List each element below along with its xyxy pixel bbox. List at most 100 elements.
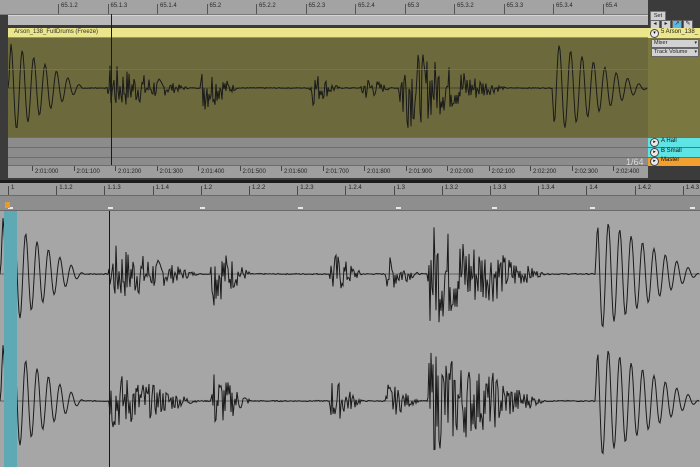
seconds-ruler-label: 2:01:900	[408, 169, 432, 175]
beat-ruler-label: 65.2	[209, 3, 222, 9]
track-fold-icon[interactable]: ▸	[650, 138, 659, 147]
waveform-channel	[0, 218, 700, 328]
seconds-ruler[interactable]: 2:01:000 2:01:100 2:01:200 2:01:300 2:01:400…	[8, 165, 648, 178]
beat-ruler-tick	[404, 4, 406, 14]
detail-ruler-label: 1.4	[589, 185, 598, 191]
return-track-row[interactable]	[8, 147, 648, 157]
seconds-ruler-tick	[322, 166, 324, 171]
detail-ruler-tick	[56, 186, 58, 195]
detail-ruler-label: 1.1.3	[107, 185, 121, 191]
detail-ruler-tick	[682, 186, 684, 195]
warp-marker[interactable]	[690, 207, 695, 209]
warp-marker[interactable]	[492, 207, 497, 209]
beat-ruler-label: 65.3.3	[506, 3, 524, 9]
audio-clip[interactable]	[8, 38, 648, 137]
sample-waveform	[0, 218, 700, 455]
master-track-label: Master	[661, 157, 680, 163]
detail-ruler-label: 1.2	[203, 185, 213, 191]
detail-ruler-label: 1.2.2	[252, 185, 266, 191]
control-chooser-value: Track Volume	[654, 49, 688, 55]
detail-ruler-tick	[634, 186, 636, 195]
beat-ruler-label: 65.1.4	[160, 3, 177, 9]
return-track-a-label: A Hall	[661, 138, 677, 144]
arrangement-scroll-strip[interactable]	[8, 15, 648, 25]
seconds-ruler-tick	[613, 166, 614, 171]
detail-ruler-label: 1.2.3	[300, 185, 314, 191]
beat-ruler-tick	[553, 4, 554, 14]
detail-ruler-label: 1.1.2	[59, 185, 73, 191]
control-chooser[interactable]: Track Volume ▾	[651, 48, 699, 57]
start-marker[interactable]	[5, 202, 10, 208]
seconds-ruler-tick	[239, 166, 241, 171]
sample-editor[interactable]	[0, 211, 700, 467]
detail-ruler-label: 1.3.4	[541, 185, 555, 191]
seconds-ruler-label: 2:01:300	[159, 169, 183, 175]
beat-time-ruler[interactable]: 65.1.2 65.1.3 65.1.4 65.2 65.2.2 65.2.3 65.2.4…	[0, 0, 648, 15]
playhead-marker[interactable]	[109, 211, 110, 467]
beat-ruler-label: 65.3.2	[457, 3, 474, 9]
seconds-ruler-tick	[571, 166, 573, 171]
beat-ruler-label: 65.1.3	[110, 3, 128, 9]
seconds-ruler-label: 2:01:600	[284, 169, 308, 175]
seconds-ruler-tick	[530, 166, 531, 171]
beat-ruler-label: 65.2.2	[259, 3, 276, 9]
beat-ruler-tick	[454, 4, 455, 14]
detail-ruler-tick	[152, 186, 154, 195]
track-fold-icon[interactable]: ▸	[650, 148, 659, 157]
seconds-ruler-tick	[73, 166, 75, 171]
detail-ruler-label: 1.3.3	[493, 185, 507, 191]
track-name: 5 Arson_138_	[661, 29, 699, 35]
beat-ruler-tick	[355, 4, 356, 14]
return-track-row[interactable]	[8, 137, 648, 147]
detail-ruler-tick	[490, 186, 491, 195]
seconds-ruler-label: 2:02:100	[491, 169, 515, 175]
chevron-down-icon: ▾	[694, 49, 697, 55]
seconds-ruler-label: 2:02:400	[616, 169, 640, 175]
detail-ruler-tick	[8, 186, 9, 195]
beat-ruler-tick	[256, 4, 257, 14]
beat-ruler-label: 65.1.2	[61, 3, 78, 9]
device-chooser[interactable]: Mixer ▾	[651, 39, 699, 48]
clip-header[interactable]	[8, 28, 648, 38]
beat-ruler-label: 65.2.3	[308, 3, 326, 9]
detail-ruler-tick	[104, 186, 106, 195]
beat-ruler-label: 65.3	[407, 3, 420, 9]
track-fold-icon[interactable]: ▾	[650, 29, 659, 38]
loop-region-start[interactable]	[4, 211, 17, 467]
detail-ruler-label: 1.4.2	[637, 185, 651, 191]
detail-ruler-tick	[586, 186, 588, 195]
clip-waveform	[8, 43, 648, 129]
warp-marker[interactable]	[396, 207, 401, 209]
beat-ruler-label: 65.4	[605, 3, 618, 9]
warp-marker[interactable]	[590, 207, 595, 209]
beat-ruler-tick	[107, 4, 109, 14]
clip-title: Arson_138_FullDrums (Freeze)	[14, 29, 99, 35]
seconds-ruler-tick	[447, 166, 448, 171]
return-track-b-label: B Small	[661, 148, 682, 154]
seconds-ruler-tick	[281, 166, 282, 171]
detail-ruler-label: 1.1.4	[155, 185, 169, 191]
warp-marker-strip[interactable]	[0, 196, 700, 211]
seconds-ruler-tick	[364, 166, 365, 171]
beat-ruler-tick	[157, 4, 158, 14]
detail-ruler-label: 1.3.2	[444, 185, 459, 191]
detail-ruler-tick	[297, 186, 299, 195]
detail-ruler-label: 1	[11, 185, 15, 191]
clip-detail-ruler[interactable]: 1 1.1.2 1.1.3 1.1.4 1.2 1.2.2 1.2.3 1.2.4 1.3 1.3…	[0, 183, 700, 196]
seconds-ruler-label: 2:01:500	[242, 169, 266, 175]
warp-marker[interactable]	[298, 207, 303, 209]
seconds-ruler-tick	[32, 166, 33, 171]
beat-ruler-label: 65.3.4	[556, 3, 573, 9]
playhead-marker[interactable]	[111, 14, 112, 165]
seconds-ruler-tick	[156, 166, 158, 171]
track-fold-icon[interactable]: ▸	[650, 157, 659, 166]
waveform-channel	[8, 43, 648, 129]
warp-marker[interactable]	[108, 207, 113, 209]
warp-marker[interactable]	[200, 207, 205, 209]
beat-ruler-tick	[206, 4, 208, 14]
seconds-ruler-label: 2:01:800	[367, 169, 391, 175]
device-chooser-value: Mixer	[654, 40, 668, 46]
seconds-ruler-tick	[488, 166, 490, 171]
volume-automation-line[interactable]	[8, 69, 648, 70]
seconds-ruler-label: 2:01:200	[118, 169, 142, 175]
